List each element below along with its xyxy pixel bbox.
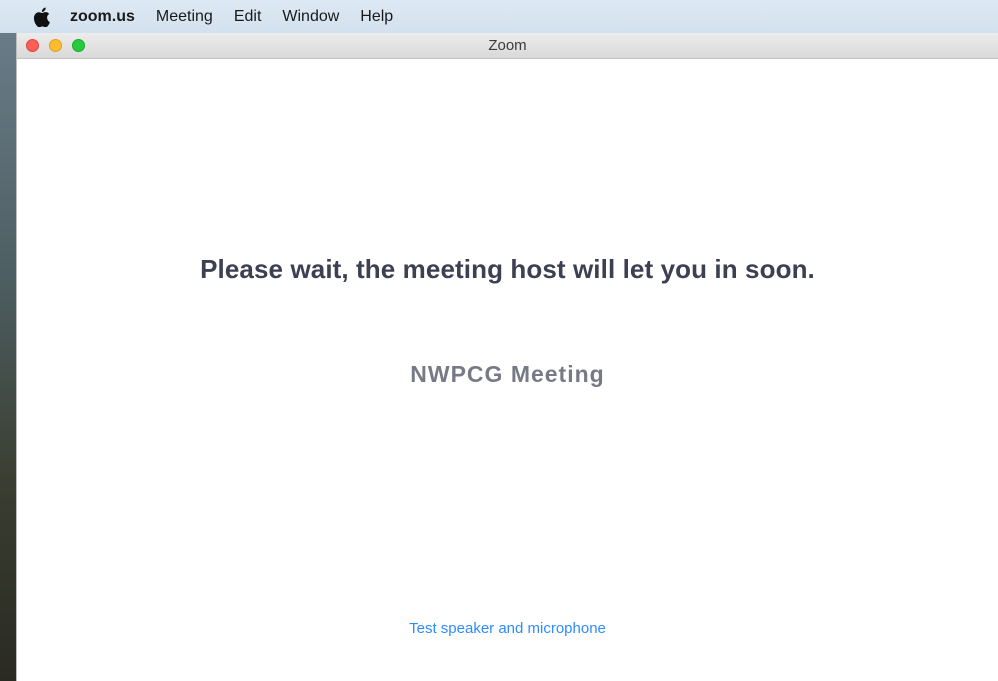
meeting-name: NWPCG Meeting <box>410 361 605 387</box>
menu-help[interactable]: Help <box>360 8 393 26</box>
test-speaker-microphone-link[interactable]: Test speaker and microphone <box>17 620 998 637</box>
apple-icon[interactable] <box>32 7 50 27</box>
menu-meeting[interactable]: Meeting <box>156 8 213 26</box>
waiting-message: Please wait, the meeting host will let y… <box>200 254 815 284</box>
menu-window[interactable]: Window <box>282 8 339 26</box>
menu-edit[interactable]: Edit <box>234 8 262 26</box>
menu-bar: zoom.us Meeting Edit Window Help <box>0 0 998 33</box>
window-title: Zoom <box>488 37 527 54</box>
menu-app-name[interactable]: zoom.us <box>70 8 135 26</box>
zoom-window: Zoom Please wait, the meeting host will … <box>16 33 998 681</box>
waiting-room-content: Please wait, the meeting host will let y… <box>17 59 998 681</box>
title-bar[interactable]: Zoom <box>17 33 998 59</box>
